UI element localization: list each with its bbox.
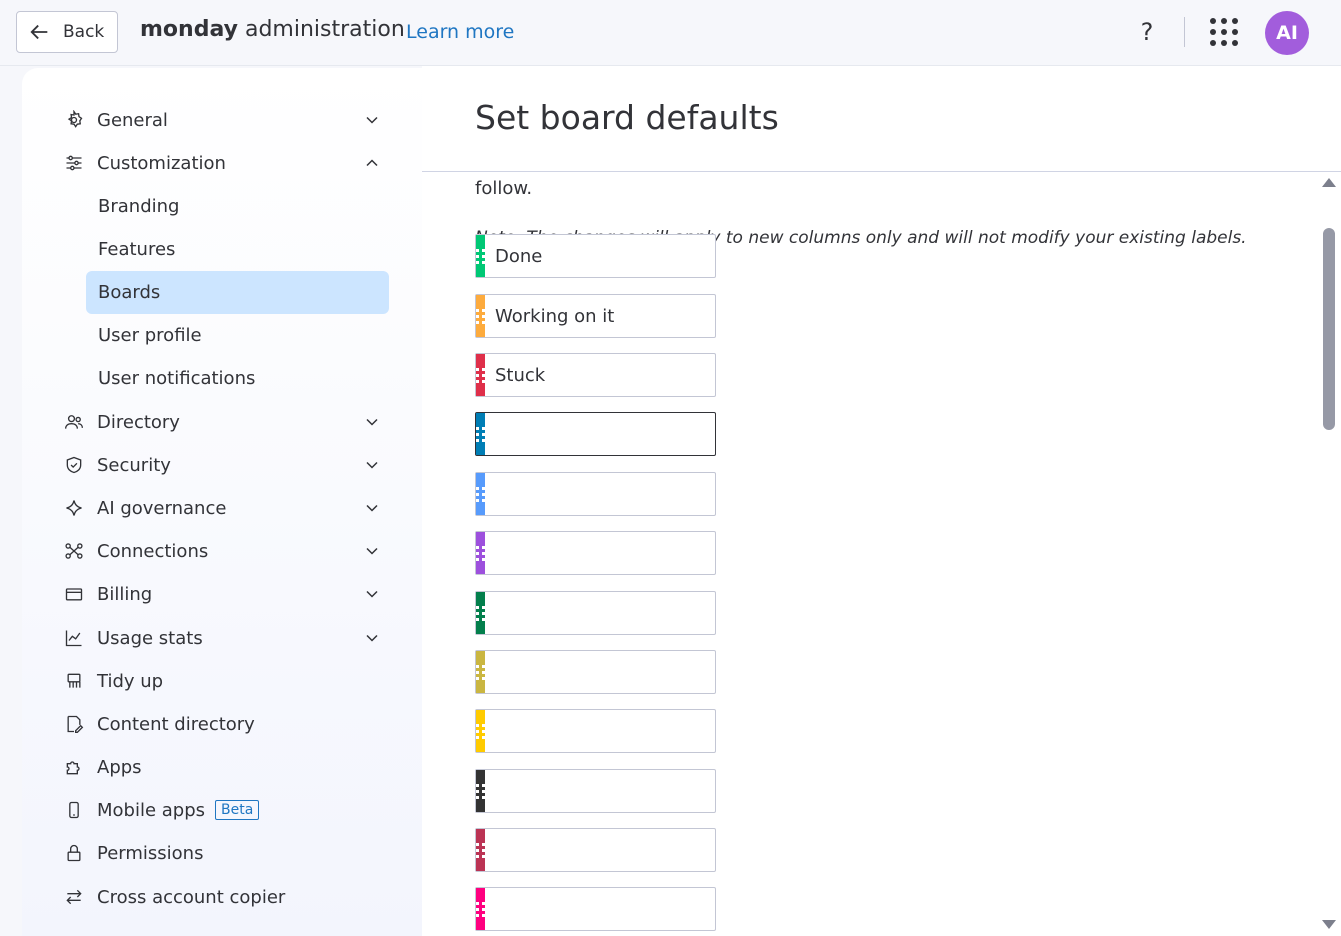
- status-label-input[interactable]: [485, 354, 720, 396]
- status-label-input[interactable]: [485, 829, 720, 871]
- status-label-row[interactable]: [475, 294, 720, 338]
- status-label-input[interactable]: [485, 592, 720, 634]
- drag-handle-icon[interactable]: [476, 651, 485, 693]
- sidebar-item-branding[interactable]: Branding: [86, 185, 389, 228]
- sidebar-item-permissions[interactable]: Permissions: [62, 835, 382, 871]
- status-label-row[interactable]: [475, 650, 720, 694]
- lock-icon: [62, 841, 86, 865]
- line-chart-icon: [62, 626, 86, 650]
- chevron-down-icon: [362, 584, 382, 604]
- drag-handle-icon[interactable]: [476, 354, 485, 396]
- sidebar-item-user-profile[interactable]: User profile: [86, 314, 389, 357]
- status-label-input[interactable]: [485, 473, 720, 515]
- drag-handle-icon[interactable]: [476, 473, 485, 515]
- shield-icon: [62, 453, 86, 477]
- sidebar-item-user-notifications[interactable]: User notifications: [86, 357, 389, 400]
- drag-handle-icon[interactable]: [476, 770, 485, 812]
- sidebar-item-customization[interactable]: Customization: [62, 145, 382, 181]
- arrow-left-icon: [30, 24, 48, 40]
- broom-icon: [62, 669, 86, 693]
- back-button-label: Back: [63, 22, 105, 42]
- drag-handle-icon[interactable]: [476, 888, 485, 930]
- sidebar-item-cross-account-copier[interactable]: Cross account copier: [62, 879, 382, 915]
- users-icon: [62, 410, 86, 434]
- main-header: Set board defaults: [422, 66, 1341, 172]
- sidebar-item-boards[interactable]: Boards: [86, 271, 389, 314]
- status-label-input[interactable]: [485, 888, 720, 930]
- sidebar-item-ai-governance[interactable]: AI governance: [62, 490, 382, 526]
- status-label-row[interactable]: [475, 353, 720, 397]
- sidebar-item-features[interactable]: Features: [86, 228, 389, 271]
- drag-handle-icon[interactable]: [476, 592, 485, 634]
- chevron-down-icon: [362, 628, 382, 648]
- scroll-up-arrow[interactable]: [1322, 178, 1336, 187]
- chevron-down-icon: [362, 412, 382, 432]
- app-brand: monday administration: [140, 17, 405, 42]
- status-label-row[interactable]: [475, 709, 720, 753]
- sidebar-item-content-directory[interactable]: Content directory: [62, 706, 382, 742]
- page-title: Set board defaults: [475, 98, 779, 137]
- status-label-row[interactable]: [475, 828, 720, 872]
- apps-grid-icon[interactable]: [1210, 18, 1238, 46]
- topbar-divider: [1184, 17, 1185, 47]
- status-label-row[interactable]: [475, 769, 720, 813]
- drag-handle-icon[interactable]: [476, 295, 485, 337]
- back-button[interactable]: Back: [16, 11, 118, 53]
- main-panel: Set board defaults follow. Note: The cha…: [422, 66, 1341, 936]
- chevron-down-icon: [362, 110, 382, 130]
- status-label-row[interactable]: [475, 591, 720, 635]
- sidebar-item-apps[interactable]: Apps: [62, 749, 382, 785]
- sidebar-item-directory[interactable]: Directory: [62, 404, 382, 440]
- mobile-icon: [62, 798, 86, 822]
- status-label-row[interactable]: [475, 412, 720, 456]
- document-edit-icon: [62, 712, 86, 736]
- connections-icon: [62, 539, 86, 563]
- gear-icon: [62, 108, 86, 132]
- sidebar-item-general[interactable]: General: [62, 102, 382, 138]
- swap-arrows-icon: [62, 885, 86, 909]
- avatar[interactable]: AI: [1265, 11, 1309, 55]
- drag-handle-icon[interactable]: [476, 235, 485, 277]
- sidebar-item-security[interactable]: Security: [62, 447, 382, 483]
- status-label-input[interactable]: [485, 295, 720, 337]
- chevron-down-icon: [362, 541, 382, 561]
- help-icon[interactable]: ?: [1134, 16, 1160, 48]
- sidebar-item-tidy-up[interactable]: Tidy up: [62, 663, 382, 699]
- beta-badge: Beta: [215, 800, 260, 820]
- puzzle-icon: [62, 755, 86, 779]
- credit-card-icon: [62, 582, 86, 606]
- status-label-row[interactable]: [475, 234, 720, 278]
- sidebar-item-usage-stats[interactable]: Usage stats: [62, 620, 382, 656]
- status-label-row[interactable]: [475, 531, 720, 575]
- status-label-input[interactable]: [485, 651, 720, 693]
- status-label-input[interactable]: [485, 413, 720, 455]
- sidebar: General Customization Branding Features …: [22, 68, 422, 936]
- top-bar: Back monday administration Learn more ? …: [0, 0, 1341, 66]
- sliders-icon: [62, 151, 86, 175]
- status-label-row[interactable]: [475, 887, 720, 931]
- scrollbar-thumb[interactable]: [1323, 228, 1335, 430]
- drag-handle-icon[interactable]: [476, 829, 485, 871]
- drag-handle-icon[interactable]: [476, 532, 485, 574]
- drag-handle-icon[interactable]: [476, 710, 485, 752]
- status-label-input[interactable]: [485, 235, 720, 277]
- status-label-input[interactable]: [485, 532, 720, 574]
- status-label-input[interactable]: [485, 770, 720, 812]
- learn-more-link[interactable]: Learn more: [406, 21, 514, 43]
- description-text: follow.: [475, 178, 533, 199]
- sparkle-icon: [62, 496, 86, 520]
- chevron-up-icon: [362, 153, 382, 173]
- drag-handle-icon[interactable]: [476, 413, 485, 455]
- sidebar-item-mobile-apps[interactable]: Mobile apps Beta: [62, 792, 382, 828]
- sidebar-item-connections[interactable]: Connections: [62, 533, 382, 569]
- status-label-row[interactable]: [475, 472, 720, 516]
- content-area: follow. Note: The changes will apply to …: [422, 172, 1322, 936]
- sidebar-item-billing[interactable]: Billing: [62, 576, 382, 612]
- scroll-down-arrow[interactable]: [1322, 920, 1336, 929]
- chevron-down-icon: [362, 498, 382, 518]
- status-label-input[interactable]: [485, 710, 720, 752]
- chevron-down-icon: [362, 455, 382, 475]
